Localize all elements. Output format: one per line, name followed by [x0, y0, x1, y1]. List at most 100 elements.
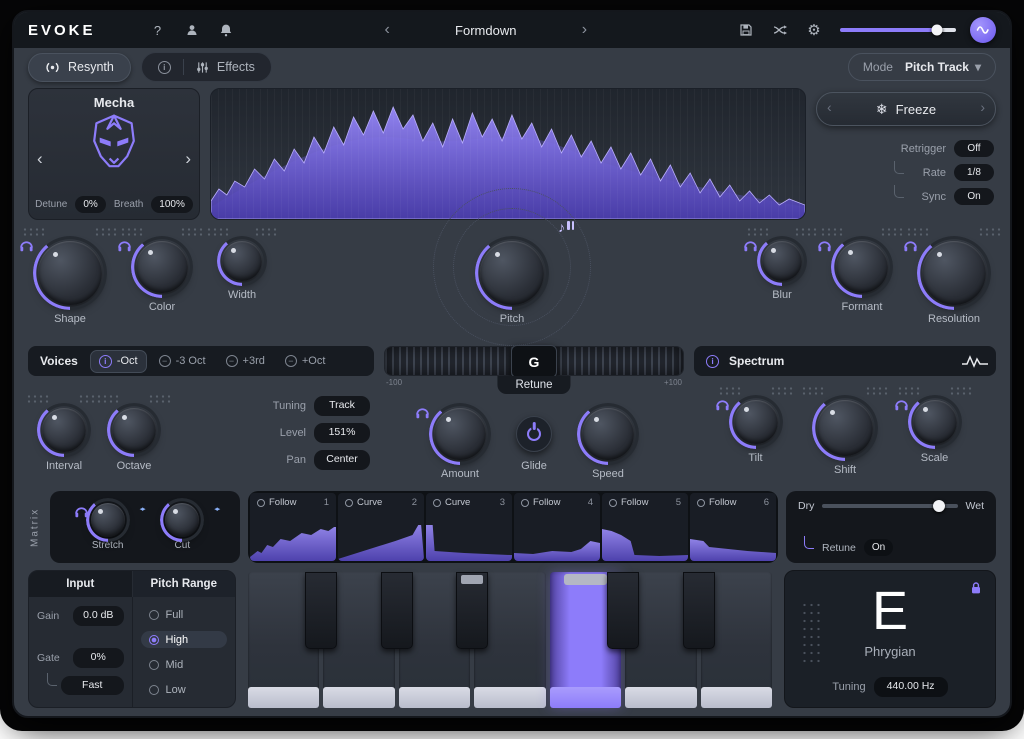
pitch-range-option-mid[interactable]: Mid — [141, 656, 228, 673]
lock-icon[interactable] — [969, 581, 983, 600]
output-volume-slider[interactable] — [840, 28, 956, 32]
current-key-note[interactable]: E — [872, 583, 908, 640]
scale-knob[interactable] — [913, 400, 957, 444]
note-pause-icon[interactable]: ♪ — [558, 219, 574, 235]
formant-knob[interactable] — [836, 241, 888, 293]
character-prev-button[interactable]: ‹ — [37, 149, 43, 169]
tuning-value[interactable]: Track — [314, 396, 370, 416]
tilt-knob[interactable] — [734, 400, 778, 444]
level-label: Level — [280, 427, 306, 439]
preset-next-button[interactable]: › — [576, 22, 593, 38]
dry-wet-slider[interactable] — [822, 504, 957, 508]
interval-knob-label: Interval — [46, 460, 82, 472]
sync-value[interactable]: On — [954, 188, 994, 205]
mod-cell-4[interactable]: Follow4 — [514, 493, 600, 561]
color-knob[interactable] — [136, 241, 188, 293]
info-icon[interactable]: i — [158, 61, 171, 74]
character-next-button[interactable]: › — [185, 149, 191, 169]
shape-knob[interactable] — [38, 241, 102, 305]
headphone-icon[interactable] — [716, 398, 729, 416]
gate-label: Gate — [37, 652, 67, 664]
retune-ribbon-slider[interactable]: G — [384, 346, 684, 376]
pan-value[interactable]: Center — [314, 450, 370, 470]
cut-knob[interactable] — [165, 503, 199, 537]
amount-knob[interactable] — [434, 408, 486, 460]
breath-value[interactable]: 100% — [151, 196, 193, 213]
freeze-next-icon[interactable]: › — [980, 99, 985, 115]
detune-value[interactable]: 0% — [75, 196, 105, 213]
tab-effects[interactable]: i Effects — [141, 52, 272, 82]
pitch-knob[interactable] — [480, 241, 544, 305]
shape-knob-label: Shape — [54, 313, 86, 325]
headphone-icon[interactable] — [818, 239, 831, 257]
blur-knob[interactable] — [762, 241, 802, 281]
voice-button-minus-oct[interactable]: i -Oct — [90, 350, 147, 373]
width-knob[interactable] — [222, 241, 262, 281]
dry-wet-handle[interactable] — [933, 500, 945, 512]
headphone-icon[interactable] — [744, 239, 757, 257]
octave-knob[interactable] — [112, 408, 156, 452]
mod-cell-3[interactable]: Curve3 — [426, 493, 512, 561]
piano-black-key[interactable] — [381, 572, 413, 649]
piano-black-key[interactable] — [305, 572, 337, 649]
rate-value[interactable]: 1/8 — [954, 164, 994, 181]
pitch-range-option-low[interactable]: Low — [141, 681, 228, 698]
bipolar-icon[interactable]: ◂▸ — [214, 505, 219, 513]
tab-resynth[interactable]: Resynth — [28, 53, 131, 82]
user-icon[interactable] — [180, 18, 204, 42]
gate-speed-value[interactable]: Fast — [61, 676, 124, 696]
level-value[interactable]: 151% — [314, 423, 370, 443]
headphone-icon[interactable] — [416, 406, 429, 424]
evoke-logo: EVOKE — [28, 22, 96, 39]
interval-knob[interactable] — [42, 408, 86, 452]
chevron-down-icon: ▾ — [975, 60, 981, 74]
preset-name[interactable]: Formdown — [406, 23, 566, 38]
piano-black-key[interactable] — [456, 572, 488, 649]
glide-button[interactable] — [516, 416, 552, 452]
retrigger-value[interactable]: Off — [954, 140, 994, 157]
randomize-icon[interactable] — [768, 18, 792, 42]
matrix-retune-value[interactable]: On — [864, 539, 893, 556]
help-icon[interactable]: ? — [146, 18, 170, 42]
save-icon[interactable] — [734, 18, 758, 42]
freeze-prev-icon[interactable]: ‹ — [827, 99, 832, 115]
current-scale[interactable]: Phrygian — [864, 644, 915, 659]
mod-cell-6[interactable]: Follow6 — [690, 493, 776, 561]
master-tuning-value[interactable]: 440.00 Hz — [874, 677, 948, 697]
rate-row: Rate 1/8 — [894, 164, 994, 181]
voice-button-plus-3rd[interactable]: − +3rd — [218, 351, 273, 371]
voice-button-plus-oct[interactable]: − +Oct — [277, 351, 334, 371]
settings-gear-icon[interactable]: ⚙ — [802, 18, 826, 42]
shift-knob[interactable] — [817, 400, 873, 456]
retune-note-display[interactable]: G — [511, 345, 557, 378]
pitch-range-option-high[interactable]: High — [141, 631, 228, 648]
volume-slider-handle[interactable] — [932, 25, 943, 36]
resolution-knob[interactable] — [922, 241, 986, 305]
mod-cell-2[interactable]: Curve2 — [338, 493, 424, 561]
headphone-icon[interactable] — [118, 239, 131, 257]
preset-prev-button[interactable]: ‹ — [378, 22, 395, 38]
bipolar-icon[interactable]: ◂▸ — [140, 505, 145, 513]
piano-black-key[interactable] — [683, 572, 715, 649]
bell-icon[interactable] — [214, 18, 238, 42]
headphone-icon[interactable] — [20, 239, 33, 257]
gain-value[interactable]: 0.0 dB — [73, 606, 124, 626]
mode-selector[interactable]: Mode Pitch Track ▾ — [848, 53, 996, 81]
spectrum-header: i Spectrum — [694, 346, 996, 376]
tooltip-toggle-button[interactable] — [970, 17, 996, 43]
info-icon[interactable]: i — [706, 355, 719, 368]
gate-value[interactable]: 0% — [73, 648, 124, 668]
cell-envelope — [514, 521, 600, 561]
piano-black-key[interactable] — [607, 572, 639, 649]
freeze-button[interactable]: ‹ ❄ Freeze › — [816, 92, 996, 126]
stretch-knob[interactable] — [91, 503, 125, 537]
mod-cell-1[interactable]: Follow1 — [250, 493, 336, 561]
headphone-icon[interactable] — [895, 398, 908, 416]
mod-cell-5[interactable]: Follow5 — [602, 493, 688, 561]
tree-connector — [894, 161, 904, 174]
voice-button-minus-3oct[interactable]: − -3 Oct — [151, 351, 214, 371]
speed-knob[interactable] — [582, 408, 634, 460]
radio-icon — [149, 685, 159, 695]
pitch-range-option-full[interactable]: Full — [141, 606, 228, 623]
headphone-icon[interactable] — [904, 239, 917, 257]
